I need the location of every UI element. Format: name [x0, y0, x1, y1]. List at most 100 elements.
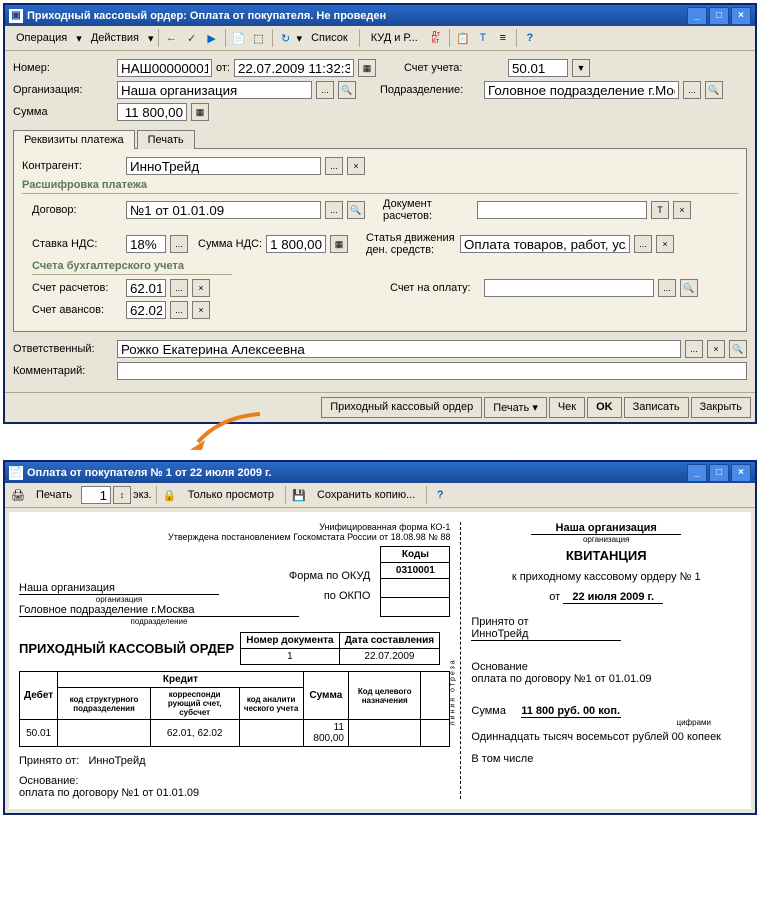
okud-label: Форма по ОКУД	[19, 570, 370, 582]
cashflow-input[interactable]	[460, 235, 630, 253]
tool-icon[interactable]: T	[474, 29, 492, 47]
accpay-input[interactable]	[484, 279, 654, 297]
tool-icon[interactable]: ↻	[277, 29, 295, 47]
help-icon[interactable]: ?	[431, 486, 449, 504]
clear-icon[interactable]: ×	[656, 235, 674, 253]
spinner-icon[interactable]: ↕	[113, 486, 131, 504]
t-icon[interactable]: T	[651, 201, 669, 219]
close-button[interactable]: ×	[731, 7, 751, 25]
date-picker-icon[interactable]: ▦	[358, 59, 376, 77]
search-icon[interactable]: 🔍	[338, 81, 356, 99]
tool-icon[interactable]: ⬚	[250, 29, 268, 47]
select-icon[interactable]: ...	[634, 235, 652, 253]
org-input[interactable]	[117, 81, 312, 99]
accpay-label: Счет на оплату:	[390, 282, 480, 294]
close-button[interactable]: ×	[731, 464, 751, 482]
window-title: Приходный кассовый ордер: Оплата от поку…	[27, 10, 687, 22]
calcdoc-label: Документ расчетов:	[383, 198, 473, 222]
calc-icon[interactable]: ▦	[191, 103, 209, 121]
r-sum: 11 800 руб. 00 коп.	[521, 705, 621, 718]
select-icon[interactable]: ...	[325, 201, 343, 219]
clear-icon[interactable]: ×	[673, 201, 691, 219]
search-icon[interactable]: 🔍	[705, 81, 723, 99]
th-credit: Кредит	[58, 672, 304, 688]
dept-input[interactable]	[484, 81, 679, 99]
search-icon[interactable]: 🔍	[347, 201, 365, 219]
acccalc-input[interactable]	[126, 279, 166, 297]
minimize-button[interactable]: _	[687, 7, 707, 25]
vatrate-label: Ставка НДС:	[32, 238, 122, 250]
date-input[interactable]	[234, 59, 354, 77]
select-icon[interactable]: ...	[170, 301, 188, 319]
operation-menu[interactable]: Операция	[9, 29, 74, 47]
dtkt-icon[interactable]: ДтКт	[427, 29, 445, 47]
select-icon[interactable]: ...	[685, 340, 703, 358]
maximize-button[interactable]: □	[709, 464, 729, 482]
calc-icon[interactable]: ▦	[330, 235, 348, 253]
account-input[interactable]	[508, 59, 568, 77]
select-icon[interactable]: ...	[325, 157, 343, 175]
accadv-input[interactable]	[126, 301, 166, 319]
search-icon[interactable]: 🔍	[680, 279, 698, 297]
dropdown-icon[interactable]: ▼	[572, 59, 590, 77]
contract-label: Договор:	[32, 204, 122, 216]
vatrate-input[interactable]	[126, 235, 166, 253]
minimize-button[interactable]: _	[687, 464, 707, 482]
lock-icon[interactable]: 🔒	[161, 486, 179, 504]
clear-icon[interactable]: ×	[347, 157, 365, 175]
dept-value: Головное подразделение г.Москва	[19, 604, 299, 617]
calcdoc-input[interactable]	[477, 201, 647, 219]
savecopy-button[interactable]: Сохранить копию...	[310, 486, 422, 504]
ok-button[interactable]: OK	[587, 397, 622, 418]
clear-icon[interactable]: ×	[192, 279, 210, 297]
responsible-input[interactable]	[117, 340, 681, 358]
help-icon[interactable]: ?	[521, 29, 539, 47]
counterparty-input[interactable]	[126, 157, 321, 175]
printer-icon[interactable]: 🖨	[9, 486, 27, 504]
back-icon[interactable]: ←	[163, 29, 181, 47]
kud-button[interactable]: КУД и Р...	[364, 29, 425, 47]
select-icon[interactable]: ...	[170, 235, 188, 253]
from-value: ИнноТрейд	[88, 755, 145, 767]
r-org: Наша организация	[531, 522, 681, 535]
number-label: Номер:	[13, 62, 113, 74]
list-button[interactable]: Список	[304, 29, 355, 47]
accadv-label: Счет авансов:	[32, 304, 122, 316]
clear-icon[interactable]: ×	[192, 301, 210, 319]
contract-input[interactable]	[126, 201, 321, 219]
vatsum-input[interactable]	[266, 235, 326, 253]
dept-sub: подразделение	[19, 617, 299, 626]
number-input[interactable]	[117, 59, 212, 77]
select-icon[interactable]: ...	[316, 81, 334, 99]
sum-input[interactable]	[117, 103, 187, 121]
tab-requisites[interactable]: Реквизиты платежа	[13, 130, 135, 149]
select-icon[interactable]: ...	[170, 279, 188, 297]
date-value: 22.07.2009	[339, 649, 439, 665]
copy-icon[interactable]: 📄	[230, 29, 248, 47]
select-icon[interactable]: ...	[683, 81, 701, 99]
window-title-2: Оплата от покупателя № 1 от 22 июля 2009…	[27, 467, 687, 479]
save-button[interactable]: Записать	[624, 397, 689, 418]
maximize-button[interactable]: □	[709, 7, 729, 25]
pko-button[interactable]: Приходный кассовый ордер	[321, 397, 482, 418]
tool-icon[interactable]: ▶	[203, 29, 221, 47]
print-button[interactable]: Печать	[29, 486, 79, 504]
r-from-lbl: Принято от	[471, 616, 741, 628]
select-icon[interactable]: ...	[658, 279, 676, 297]
viewonly-button[interactable]: Только просмотр	[181, 486, 281, 504]
clear-icon[interactable]: ×	[707, 340, 725, 358]
print-button[interactable]: Печать ▾	[484, 397, 547, 418]
actions-menu[interactable]: Действия	[84, 29, 146, 47]
tool-icon[interactable]: 📋	[454, 29, 472, 47]
comment-input[interactable]	[117, 362, 747, 380]
search-icon[interactable]: 🔍	[729, 340, 747, 358]
copies-input[interactable]	[81, 486, 111, 504]
tab-print[interactable]: Печать	[137, 130, 195, 149]
check-button[interactable]: Чек	[549, 397, 585, 418]
tool-icon[interactable]: ✓	[183, 29, 201, 47]
close-button[interactable]: Закрыть	[691, 397, 751, 418]
tool-icon[interactable]: ≡	[494, 29, 512, 47]
okud-value: 0310001	[381, 563, 450, 579]
vatsum-label: Сумма НДС:	[198, 238, 262, 250]
save-icon[interactable]: 💾	[290, 486, 308, 504]
